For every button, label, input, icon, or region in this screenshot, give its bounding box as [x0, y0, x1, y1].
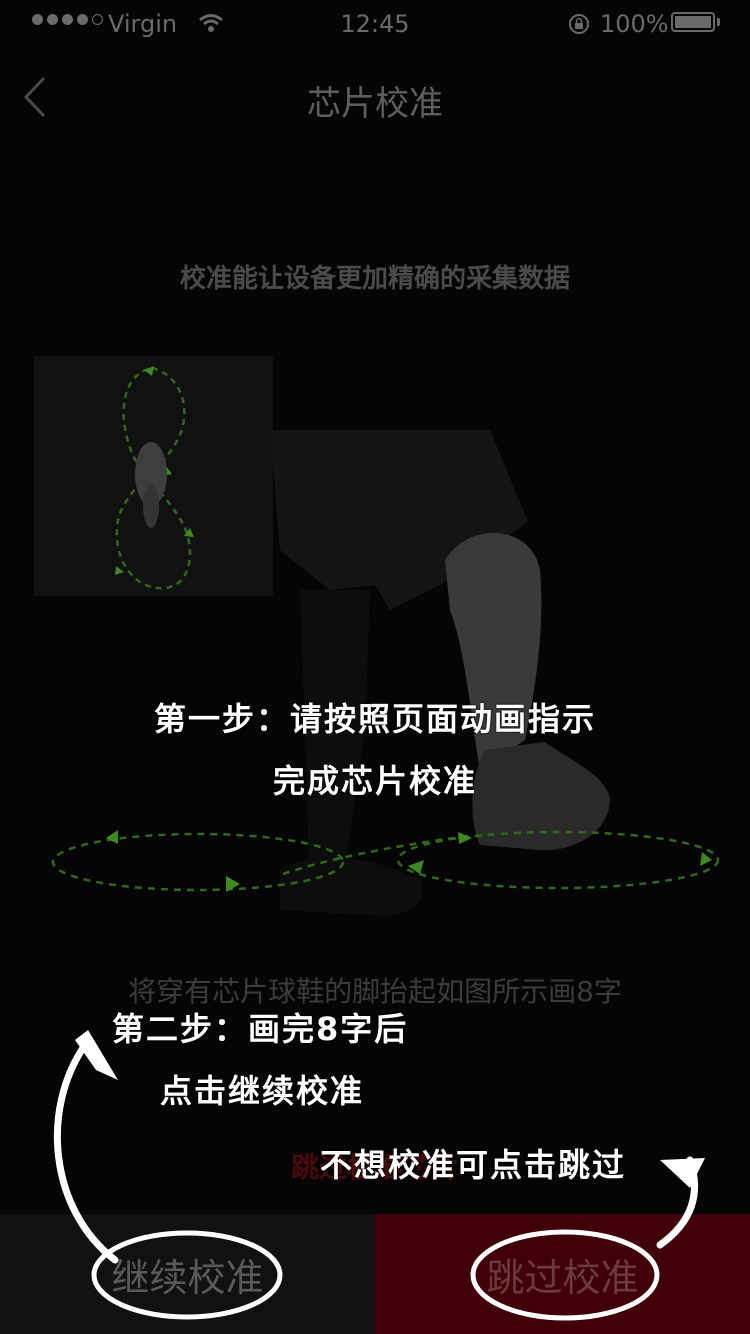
rotation-lock-icon [569, 14, 589, 34]
battery-icon [671, 12, 715, 32]
status-bar: Virgin 12:45 100% [0, 0, 750, 48]
page-title: 芯片校准 [307, 84, 443, 124]
figure-eight-thumbnail [34, 356, 273, 596]
ellipse-path-illustration [51, 830, 720, 892]
calibration-subtitle: 校准能让设备更加精确的采集数据 [179, 264, 570, 294]
battery-percentage: 100% [600, 10, 669, 38]
step-one-annotation: 第一步：请按照页面动画指示 [153, 700, 596, 738]
step-one-annotation-continued: 完成芯片校准 [272, 762, 477, 800]
annotation-arrows [53, 1030, 705, 1321]
